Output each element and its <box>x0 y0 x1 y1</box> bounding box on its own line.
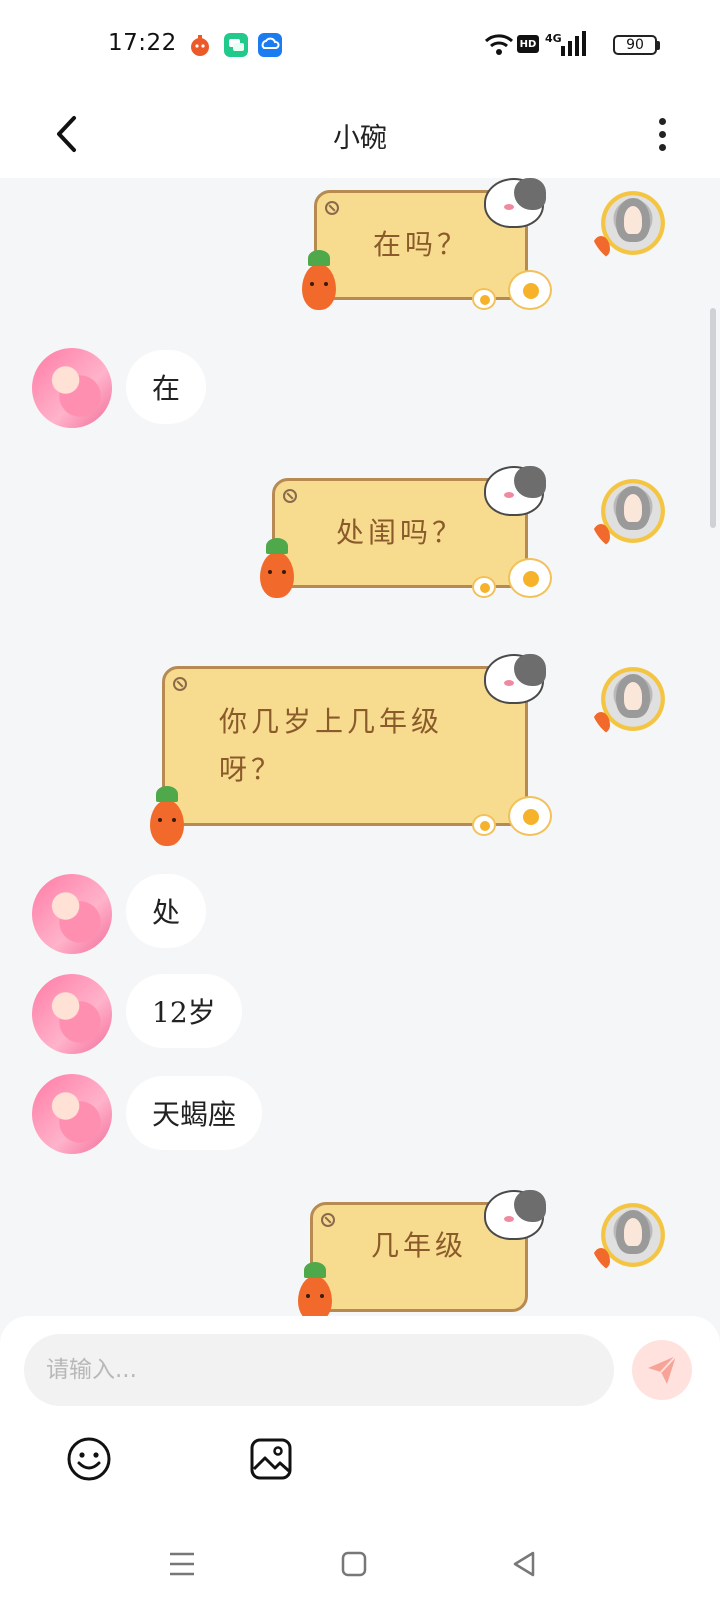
send-button[interactable] <box>632 1340 692 1400</box>
message-text: 天蝎座 <box>152 1098 237 1131</box>
avatar[interactable] <box>590 656 676 742</box>
message-bubble[interactable]: 处 <box>126 874 207 948</box>
battery-level: 90 <box>626 37 644 53</box>
message-bubble[interactable]: 12岁 <box>126 974 242 1048</box>
triangle-back-icon <box>513 1551 535 1577</box>
screw-decoration <box>173 677 187 691</box>
avatar[interactable] <box>590 180 676 266</box>
cat-sticker-icon <box>484 1190 546 1240</box>
recent-apps-button[interactable] <box>162 1544 202 1584</box>
cloud-app-icon <box>258 33 282 57</box>
avatar[interactable] <box>32 348 112 428</box>
home-button[interactable] <box>334 1544 374 1584</box>
carrot-icon <box>592 712 610 734</box>
message-text: 处 <box>152 896 181 929</box>
message-text: 处闺吗？ <box>335 516 464 549</box>
more-dot <box>658 143 666 151</box>
avatar[interactable] <box>590 1192 676 1278</box>
notification-app-icon <box>188 33 212 57</box>
message-text: 几年级 <box>370 1229 467 1262</box>
send-icon <box>648 1355 677 1384</box>
screw-decoration <box>325 201 339 215</box>
carrot-sticker-icon <box>260 538 294 598</box>
wifi-icon <box>484 32 514 60</box>
more-dot <box>658 130 666 138</box>
fried-egg-sticker-icon <box>508 558 552 598</box>
image-button[interactable] <box>248 1436 294 1482</box>
scrollbar[interactable] <box>710 308 716 528</box>
battery-indicator: 90 <box>613 35 660 55</box>
avatar[interactable] <box>32 874 112 954</box>
cat-sticker-icon <box>484 178 546 228</box>
carrot-sticker-icon <box>150 786 184 846</box>
composer <box>0 1316 720 1516</box>
chat-header: 小碗 <box>0 92 720 178</box>
cat-sticker-icon <box>484 466 546 516</box>
carrot-icon <box>592 524 610 546</box>
fried-egg-sticker-icon <box>508 796 552 836</box>
carrot-sticker-icon <box>302 250 336 310</box>
emoji-button[interactable] <box>66 1436 112 1482</box>
system-navigation-bar <box>0 1516 720 1612</box>
fried-egg-sticker-icon <box>508 270 552 310</box>
square-home-icon <box>341 1551 367 1577</box>
emoji-icon <box>67 1437 111 1481</box>
fried-egg-sticker-icon <box>472 288 496 310</box>
message-bubble[interactable]: 你几岁上几年级呀？ <box>162 666 528 826</box>
carrot-icon <box>592 236 610 258</box>
chat-app-icon <box>224 33 248 57</box>
menu-icon <box>170 1552 194 1576</box>
signal-icon: 4G <box>545 30 605 64</box>
hd-badge: HD <box>517 35 539 53</box>
chat-title: 小碗 <box>333 123 387 154</box>
screw-decoration <box>321 1213 335 1227</box>
image-icon <box>250 1438 292 1480</box>
message-bubble[interactable]: 在 <box>126 350 207 424</box>
avatar[interactable] <box>32 1074 112 1154</box>
status-bar: 17:22 HD 4G 90 <box>0 0 720 92</box>
more-button[interactable] <box>644 110 680 158</box>
message-list[interactable]: 在吗？ 在 处闺吗？ 你几岁上几年级呀？ 处 12岁 天蝎座 几年级 <box>0 178 720 1316</box>
message-text: 你几岁上几年级呀？ <box>219 705 444 786</box>
status-time: 17:22 <box>108 30 177 56</box>
message-bubble[interactable]: 天蝎座 <box>126 1076 263 1150</box>
avatar[interactable] <box>32 974 112 1054</box>
cat-sticker-icon <box>484 654 546 704</box>
message-text: 在吗？ <box>372 228 469 261</box>
message-text: 在 <box>152 372 181 405</box>
message-input[interactable] <box>24 1334 614 1406</box>
more-dot <box>658 117 666 125</box>
message-text: 12岁 <box>152 996 216 1029</box>
carrot-icon <box>592 1248 610 1270</box>
fried-egg-sticker-icon <box>472 814 496 836</box>
avatar[interactable] <box>590 468 676 554</box>
system-back-button[interactable] <box>504 1544 544 1584</box>
screw-decoration <box>283 489 297 503</box>
battery-tip <box>657 41 660 50</box>
fried-egg-sticker-icon <box>472 576 496 598</box>
network-type-label: 4G <box>545 32 562 45</box>
